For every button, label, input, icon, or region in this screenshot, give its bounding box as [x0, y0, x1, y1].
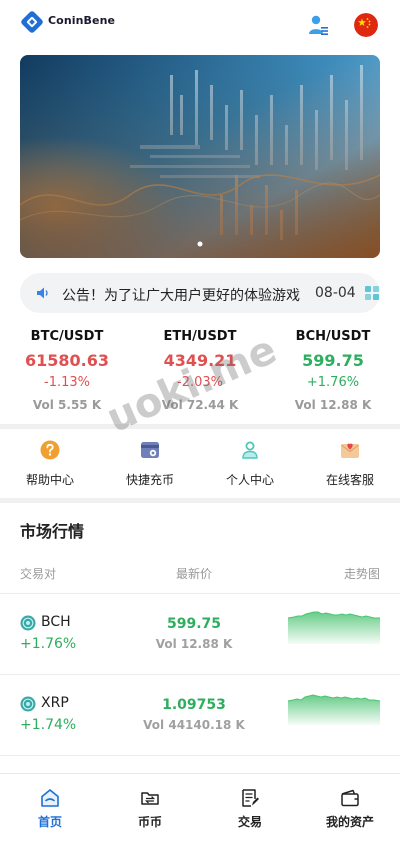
- coin-swap-icon: [141, 792, 159, 805]
- ticker-price: 599.75: [302, 351, 364, 370]
- ticker-volume: Vol 72.44 K: [161, 398, 239, 412]
- wallet-icon: [341, 789, 359, 807]
- coin-icon: [20, 696, 36, 712]
- nav-trade[interactable]: 交易: [200, 774, 300, 841]
- ticker-pair: BCH/USDT: [295, 329, 371, 344]
- announcement-bar[interactable]: 公告！为了让广大用户更好的体验游戏 08-04: [20, 273, 380, 313]
- coin-icon: [20, 615, 36, 631]
- quick-label: 快捷充币: [125, 473, 174, 487]
- promo-banner[interactable]: [20, 55, 380, 258]
- coin-change: +1.76%: [20, 636, 77, 652]
- quick-profile[interactable]: 个人中心: [200, 430, 300, 498]
- deposit-icon: [141, 442, 159, 458]
- quick-help-center[interactable]: 帮助中心: [0, 430, 100, 498]
- announcement-text[interactable]: 公告！为了让广大用户更好的体验游戏: [62, 285, 308, 305]
- quick-label: 在线客服: [325, 473, 374, 487]
- coin-symbol: BCH: [41, 614, 71, 630]
- market-section-title: 市场行情: [20, 522, 85, 541]
- coin-volume: Vol 44140.18 K: [143, 718, 245, 732]
- profile-icon: [242, 441, 258, 459]
- brand-logo-icon: [21, 11, 43, 33]
- user-menu-icon[interactable]: [306, 13, 330, 37]
- market-row-xrp[interactable]: XRP +1.74% 1.09753 Vol 44140.18 K: [0, 675, 400, 755]
- banner-image: [20, 55, 380, 258]
- section-divider: [0, 498, 400, 503]
- ticker-btc[interactable]: BTC/USDT 61580.63 -1.13% Vol 5.55 K: [2, 328, 132, 413]
- coin-symbol: XRP: [41, 695, 69, 711]
- coin-volume: Vol 12.88 K: [155, 637, 233, 651]
- quick-label: 帮助中心: [25, 473, 74, 487]
- ticker-change: -2.03%: [177, 375, 223, 390]
- coin-price: 599.75: [166, 616, 222, 632]
- nav-label: 我的资产: [325, 815, 374, 829]
- ticker-volume: Vol 12.88 K: [294, 398, 372, 412]
- speaker-icon: [37, 287, 48, 299]
- ticker-pair: ETH/USDT: [163, 329, 237, 344]
- nav-home[interactable]: 首页: [0, 774, 100, 841]
- nav-coin[interactable]: 币币: [100, 774, 200, 841]
- nav-label: 首页: [37, 815, 62, 829]
- row-divider: [0, 755, 400, 756]
- ticker-change: +1.76%: [306, 375, 360, 390]
- ticker-strip: BTC/USDT 61580.63 -1.13% Vol 5.55 K ETH/…: [0, 328, 400, 420]
- ticker-volume: Vol 5.55 K: [32, 398, 102, 412]
- header-last-price: 最新价: [175, 567, 212, 581]
- brand-name: ConinBene: [48, 14, 116, 27]
- section-divider: [0, 424, 400, 429]
- home-icon: [41, 789, 59, 807]
- support-icon: [341, 443, 359, 458]
- quick-menu: 帮助中心 快捷充币 个人中心 在线客服: [0, 430, 400, 498]
- ticker-pair: BTC/USDT: [30, 329, 104, 344]
- market-row-bch[interactable]: BCH +1.76% 599.75 Vol 12.88 K: [0, 594, 400, 674]
- nav-label: 交易: [237, 815, 262, 829]
- header-pair: 交易对: [20, 567, 57, 581]
- nav-label: 币币: [137, 815, 162, 829]
- market-table-header: 交易对 最新价 走势图: [0, 565, 400, 583]
- app-header: ConinBene: [0, 0, 400, 50]
- announcement-date: 08-04: [315, 285, 356, 301]
- bottom-navigation: 首页 币币 交易 我的资产: [0, 773, 400, 841]
- grid-menu-icon[interactable]: [364, 285, 380, 301]
- ticker-eth[interactable]: ETH/USDT 4349.21 -2.03% Vol 72.44 K: [135, 328, 265, 413]
- quick-label: 个人中心: [225, 473, 274, 487]
- ticker-price: 4349.21: [163, 351, 237, 370]
- header-trend: 走势图: [343, 567, 380, 581]
- quick-support[interactable]: 在线客服: [300, 430, 400, 498]
- sparkline-chart: [288, 694, 380, 725]
- quick-deposit[interactable]: 快捷充币: [100, 430, 200, 498]
- coin-price: 1.09753: [162, 697, 226, 713]
- ticker-price: 61580.63: [24, 351, 109, 370]
- nav-assets[interactable]: 我的资产: [300, 774, 400, 841]
- coin-change: +1.74%: [20, 717, 77, 733]
- help-icon: [40, 440, 60, 460]
- ticker-bch[interactable]: BCH/USDT 599.75 +1.76% Vol 12.88 K: [268, 328, 398, 413]
- ticker-change: -1.13%: [44, 375, 90, 390]
- china-flag-language-icon[interactable]: [354, 13, 378, 37]
- trade-icon: [242, 789, 259, 807]
- sparkline-chart: [288, 611, 380, 644]
